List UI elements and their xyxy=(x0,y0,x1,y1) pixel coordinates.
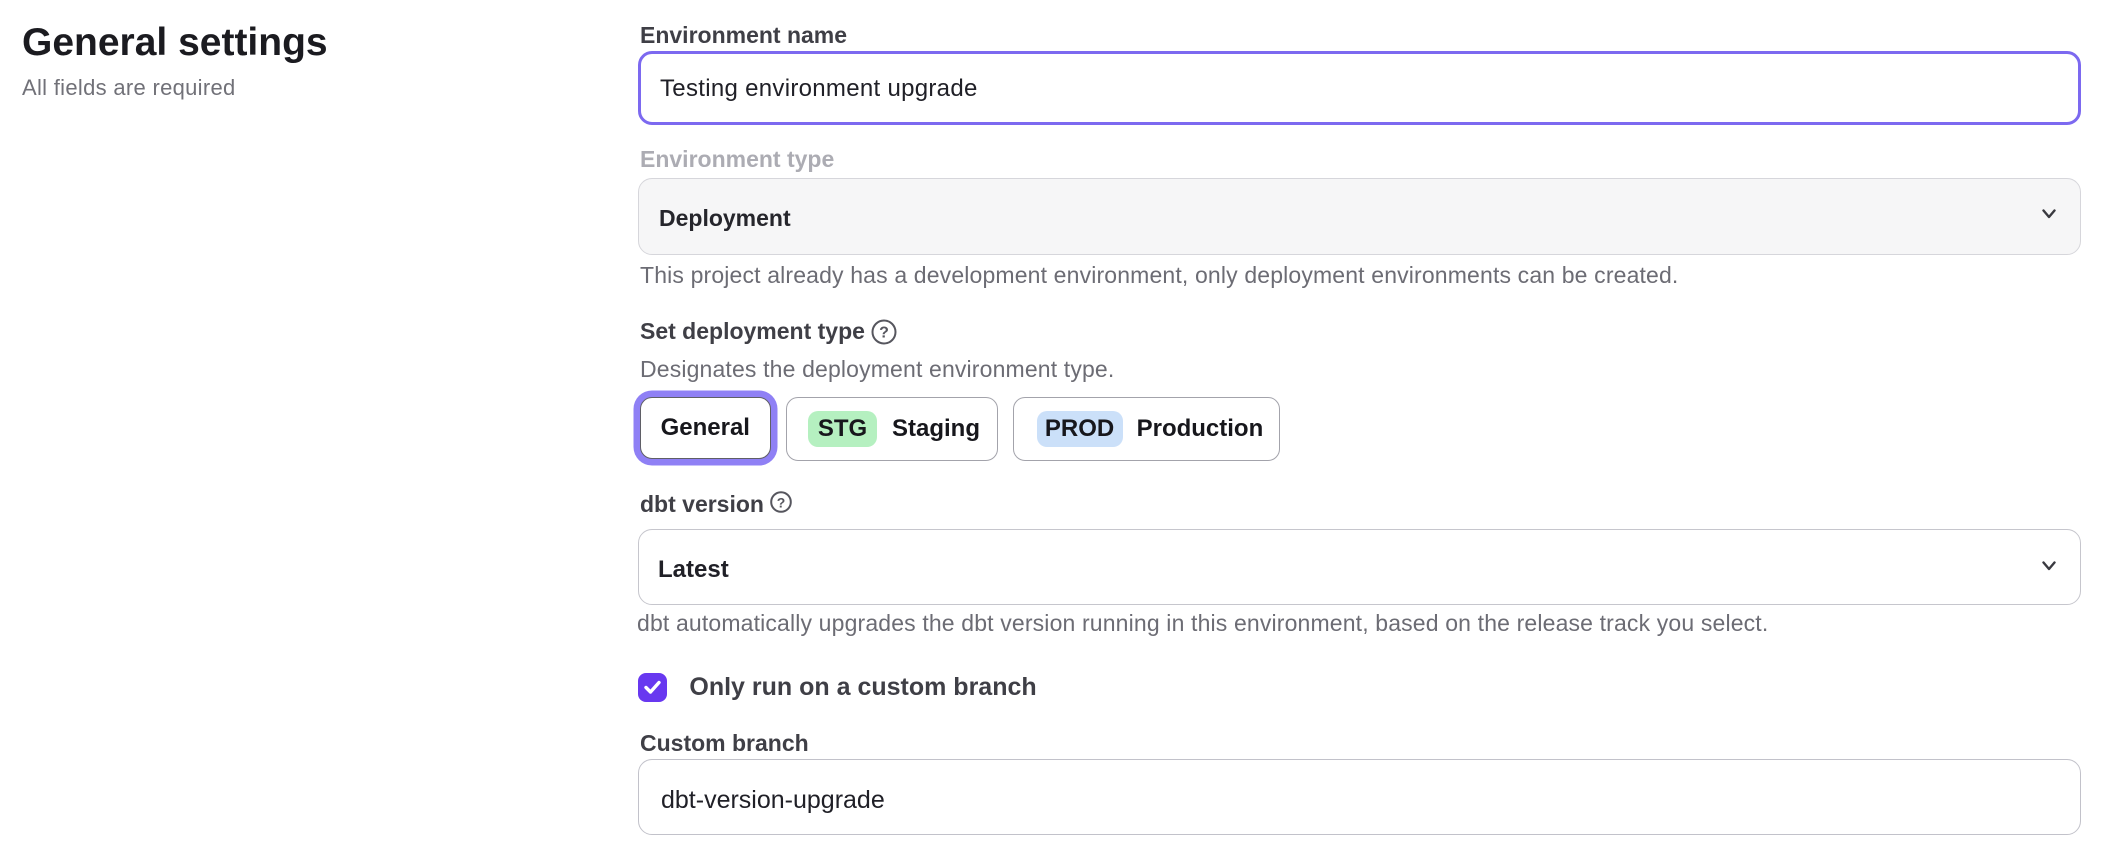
svg-text:?: ? xyxy=(777,495,786,511)
svg-text:?: ? xyxy=(879,325,889,342)
